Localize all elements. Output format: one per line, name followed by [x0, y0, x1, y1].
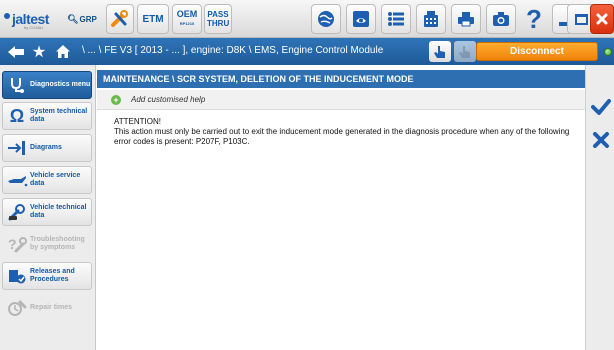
question-mark-icon: ?: [526, 3, 542, 34]
sidebar-item-vehicle-service-data[interactable]: Vehicle service data: [2, 166, 92, 194]
disconnect-button[interactable]: Disconnect: [476, 42, 598, 61]
logo-sub-text: by COJALI: [24, 25, 44, 30]
favorites-button[interactable]: ★: [30, 43, 48, 61]
oem-label: OEM: [176, 9, 198, 19]
globe-button[interactable]: [311, 4, 341, 34]
attention-heading: ATTENTION!: [114, 117, 161, 126]
sidebar-item-label: Vehicle technical data: [30, 204, 87, 219]
action-column: [585, 65, 614, 350]
close-icon: [596, 13, 608, 25]
hand-disabled-icon: [459, 45, 470, 58]
sidebar-item-releases-and-procedures[interactable]: Releases and Procedures: [2, 262, 92, 290]
home-button[interactable]: [54, 43, 72, 60]
back-arrow-icon: [8, 45, 24, 58]
add-icon: +: [111, 94, 121, 105]
list-icon: [388, 12, 404, 26]
sidebar-item-label: System technical data: [30, 108, 88, 123]
repair-times-icon: [6, 297, 28, 319]
sidebar-item-diagrams[interactable]: Diagrams: [2, 134, 92, 162]
etm-label: ETM: [142, 13, 164, 25]
star-icon: ★: [31, 43, 47, 61]
sidebar-item-label: Releases and Procedures: [30, 268, 75, 283]
sidebar-item-troubleshooting-by-symptoms[interactable]: ? Troubleshooting by symptoms: [2, 230, 92, 258]
checkmark-icon: [591, 99, 611, 115]
page-title: MAINTENANCE \ SCR SYSTEM, DELETION OF TH…: [97, 70, 585, 88]
svg-text:?: ?: [8, 236, 17, 252]
oem-sub-label: RP1210: [179, 21, 195, 26]
main-panel: MAINTENANCE \ SCR SYSTEM, DELETION OF TH…: [97, 65, 585, 350]
sidebar-item-vehicle-technical-data[interactable]: Vehicle technical data: [2, 198, 92, 226]
diagram-icon: [6, 137, 28, 159]
add-customised-help-row[interactable]: + Add customised help: [97, 90, 585, 110]
troubleshooting-icon: ?: [6, 233, 28, 255]
stethoscope-icon: [6, 74, 28, 96]
grp-label: GRP: [79, 14, 97, 24]
navigation-bar: ★ \ ... \ FE V3 [ 2013 - ... ], engine: …: [0, 38, 614, 65]
confirm-button[interactable]: [590, 96, 612, 118]
app-window: jaltest by COJALI 🔍︎ GRP ETM OEM RP1210 …: [0, 0, 614, 350]
search-icon: 🔍︎: [67, 13, 79, 24]
home-icon: [56, 45, 70, 58]
hand-pointer-icon: [434, 45, 445, 58]
sidebar-item-repair-times[interactable]: Repair times: [2, 294, 92, 322]
top-toolbar: jaltest by COJALI 🔍︎ GRP ETM OEM RP1210 …: [0, 0, 614, 38]
jaltest-logo: jaltest by COJALI: [4, 5, 60, 33]
eye-settings-icon: [353, 11, 369, 27]
sidebar-item-label: Troubleshooting by symptoms: [30, 236, 85, 251]
print-button[interactable]: [451, 4, 481, 34]
message-text: This action must only be carried out to …: [114, 127, 570, 146]
help-button[interactable]: ?: [521, 4, 547, 34]
sidebar: Diagnostics menu Ω System technical data…: [0, 65, 96, 350]
maximize-icon: [574, 13, 588, 25]
back-button[interactable]: [6, 43, 26, 60]
sidebar-item-label: Vehicle service data: [30, 172, 81, 187]
sidebar-item-label: Diagrams: [30, 144, 62, 151]
tools-button[interactable]: [106, 4, 134, 34]
sidebar-item-label: Diagnostics menu: [30, 81, 91, 88]
tools-icon: [111, 10, 128, 27]
sidebar-item-label: Repair times: [30, 304, 73, 311]
wrench-car-icon: [6, 201, 28, 223]
touch-mode-button[interactable]: [429, 41, 451, 62]
procedure-message: ATTENTION! This action must only be carr…: [114, 117, 574, 147]
camera-icon: [493, 12, 509, 26]
cancel-x-icon: [593, 132, 609, 148]
close-button[interactable]: [590, 4, 614, 34]
etm-button[interactable]: ETM: [137, 4, 169, 34]
printer-icon: [458, 12, 474, 27]
breadcrumb: \ ... \ FE V3 [ 2013 - ... ], engine: D8…: [82, 45, 384, 56]
connection-status-indicator: [604, 48, 612, 56]
list-button[interactable]: [381, 4, 411, 34]
passthru-button[interactable]: PASS THRU: [204, 4, 232, 34]
grp-button[interactable]: 🔍︎ GRP: [62, 4, 102, 34]
ohm-icon: Ω: [9, 105, 25, 126]
oem-label-group: OEM RP1210: [177, 10, 198, 28]
procedures-icon: [6, 265, 28, 287]
sidebar-item-diagnostics-menu[interactable]: Diagnostics menu: [2, 71, 92, 99]
eye-settings-button[interactable]: [346, 4, 376, 34]
passthru-label: PASS THRU: [207, 10, 230, 28]
camera-button[interactable]: [486, 4, 516, 34]
secondary-touch-button[interactable]: [454, 41, 476, 62]
globe-icon: [318, 11, 334, 27]
sidebar-item-system-technical-data[interactable]: Ω System technical data: [2, 102, 92, 130]
oem-button[interactable]: OEM RP1210: [172, 4, 202, 34]
calculator-icon: [424, 11, 438, 27]
logo-mark-icon: [4, 13, 10, 19]
cancel-button[interactable]: [590, 129, 612, 151]
oil-can-icon: [6, 169, 28, 191]
calculator-button[interactable]: [416, 4, 446, 34]
add-customised-help-label: Add customised help: [131, 95, 206, 104]
